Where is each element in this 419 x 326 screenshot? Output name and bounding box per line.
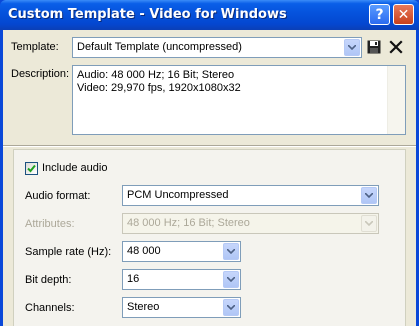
bit-depth-value: 16 xyxy=(127,273,140,285)
include-audio-checkbox[interactable] xyxy=(25,162,38,175)
include-audio-label[interactable]: Include audio xyxy=(42,162,107,174)
help-button[interactable]: ? xyxy=(369,4,390,25)
template-label: Template: xyxy=(11,41,59,53)
audio-panel: Include audio Audio format: PCM Uncompre… xyxy=(13,149,406,326)
description-box[interactable]: Audio: 48 000 Hz; 16 Bit; Stereo Video: … xyxy=(72,65,406,135)
bit-depth-label: Bit depth: xyxy=(25,274,72,286)
floppy-disk-icon xyxy=(367,40,381,54)
chevron-down-icon xyxy=(227,277,235,282)
description-line-video: Video: 29,970 fps, 1920x1080x32 xyxy=(77,82,241,94)
title-bar[interactable]: Custom Template - Video for Windows ? ✕ xyxy=(0,0,419,30)
audio-format-label: Audio format: xyxy=(25,190,91,202)
chevron-down-icon xyxy=(227,305,235,310)
close-icon: ✕ xyxy=(397,6,410,23)
attributes-value: 48 000 Hz; 16 Bit; Stereo xyxy=(127,217,250,229)
dialog-body: Template: Default Template (uncompressed… xyxy=(3,30,416,326)
sample-rate-value: 48 000 xyxy=(127,245,161,257)
attributes-label: Attributes: xyxy=(25,218,75,230)
description-scrollbar[interactable] xyxy=(387,66,405,134)
audio-format-select[interactable]: PCM Uncompressed xyxy=(122,185,379,206)
audio-format-dropdown-button[interactable] xyxy=(361,187,377,204)
attributes-select: 48 000 Hz; 16 Bit; Stereo xyxy=(122,213,379,234)
audio-format-value: PCM Uncompressed xyxy=(127,189,229,201)
bit-depth-select[interactable]: 16 xyxy=(122,269,241,290)
dialog-window: Custom Template - Video for Windows ? ✕ … xyxy=(0,0,419,326)
template-select[interactable]: Default Template (uncompressed) xyxy=(72,37,362,58)
description-label: Description: xyxy=(11,68,70,80)
save-template-button[interactable] xyxy=(365,38,383,56)
bit-depth-dropdown-button[interactable] xyxy=(223,271,239,288)
chevron-down-icon xyxy=(365,221,373,226)
sample-rate-select[interactable]: 48 000 xyxy=(122,241,241,262)
x-delete-icon xyxy=(389,40,403,54)
channels-label: Channels: xyxy=(25,302,75,314)
attributes-dropdown-button xyxy=(361,215,377,232)
delete-template-button[interactable] xyxy=(387,38,405,56)
chevron-down-icon xyxy=(348,45,356,50)
sample-rate-label: Sample rate (Hz): xyxy=(25,246,112,258)
template-value: Default Template (uncompressed) xyxy=(77,41,242,53)
template-dropdown-button[interactable] xyxy=(344,39,360,56)
chevron-down-icon xyxy=(365,193,373,198)
description-line-audio: Audio: 48 000 Hz; 16 Bit; Stereo xyxy=(77,69,235,81)
channels-dropdown-button[interactable] xyxy=(223,299,239,316)
separator xyxy=(3,145,416,147)
chevron-down-icon xyxy=(227,249,235,254)
channels-value: Stereo xyxy=(127,301,160,313)
channels-select[interactable]: Stereo xyxy=(122,297,241,318)
help-icon: ? xyxy=(375,6,384,23)
close-button[interactable]: ✕ xyxy=(393,4,414,25)
window-title: Custom Template - Video for Windows xyxy=(8,7,287,22)
checkmark-icon xyxy=(27,164,36,173)
sample-rate-dropdown-button[interactable] xyxy=(223,243,239,260)
